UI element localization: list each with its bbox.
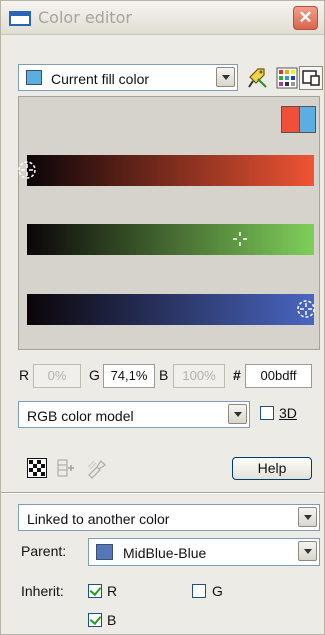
- red-channel-marker[interactable]: [17, 160, 37, 180]
- inherit-r-label: R: [107, 583, 118, 599]
- fill-color-swatch: [26, 70, 42, 85]
- title-bar[interactable]: Color editor ✕: [1, 1, 324, 35]
- color-preview-panel: [18, 96, 320, 350]
- g-label: G: [89, 367, 100, 383]
- preview-panel-icon[interactable]: [299, 66, 323, 90]
- color-model-value: RGB color model: [27, 408, 134, 424]
- close-button[interactable]: ✕: [293, 6, 318, 30]
- parent-color-swatch: [96, 544, 113, 560]
- hex-label: #: [233, 367, 241, 383]
- b-value-field[interactable]: 100%: [173, 364, 225, 388]
- inherit-label: Inherit:: [21, 583, 64, 599]
- parent-color-value: MidBlue-Blue: [123, 545, 207, 561]
- blue-channel-marker[interactable]: [296, 299, 316, 319]
- r-value-field[interactable]: 0%: [33, 364, 81, 388]
- fill-target-dropdown-button[interactable]: [216, 67, 235, 87]
- inherit-b-label: B: [107, 612, 117, 628]
- fill-target-select[interactable]: Current fill color: [18, 64, 238, 91]
- inherit-b-checkbox[interactable]: [88, 613, 102, 627]
- color-editor-window: Color editor ✕ Current fill color R 0% G…: [0, 0, 325, 635]
- eyedropper-tag-icon[interactable]: [246, 66, 270, 90]
- parent-color-dropdown-button[interactable]: [298, 541, 317, 561]
- link-mode-select[interactable]: Linked to another color: [18, 504, 320, 531]
- threed-label: 3D: [279, 405, 297, 421]
- old-color-swatch: [281, 106, 299, 133]
- palette-grid-icon[interactable]: [276, 67, 298, 89]
- parent-label: Parent:: [21, 543, 67, 559]
- inherit-g-checkbox[interactable]: [192, 584, 206, 598]
- parent-color-select[interactable]: MidBlue-Blue: [88, 538, 320, 566]
- link-mode-dropdown-button[interactable]: [298, 507, 317, 527]
- window-icon: [9, 11, 31, 26]
- transparency-checker-icon[interactable]: [27, 458, 47, 478]
- g-value-field[interactable]: 74,1%: [103, 364, 155, 388]
- color-model-dropdown-button[interactable]: [228, 404, 247, 424]
- section-divider: [1, 492, 324, 494]
- link-mode-value: Linked to another color: [27, 511, 170, 527]
- inherit-g-label: G: [212, 583, 223, 599]
- hex-value-field[interactable]: 00bdff: [245, 364, 312, 388]
- help-button[interactable]: Help: [232, 457, 312, 480]
- green-channel-marker[interactable]: [230, 229, 250, 249]
- eyedropper-icon[interactable]: [85, 457, 107, 479]
- window-title: Color editor: [38, 8, 132, 27]
- green-channel-bar[interactable]: [27, 224, 314, 255]
- blue-channel-bar[interactable]: [27, 294, 314, 325]
- r-label: R: [19, 367, 30, 383]
- threed-checkbox[interactable]: [260, 406, 274, 420]
- red-channel-bar[interactable]: [27, 155, 314, 186]
- new-color-swatch: [299, 106, 316, 133]
- inherit-r-checkbox[interactable]: [88, 584, 102, 598]
- add-to-palette-icon[interactable]: [56, 458, 76, 478]
- b-label: B: [159, 367, 169, 383]
- fill-target-value: Current fill color: [51, 71, 150, 87]
- color-model-select[interactable]: RGB color model: [18, 401, 250, 428]
